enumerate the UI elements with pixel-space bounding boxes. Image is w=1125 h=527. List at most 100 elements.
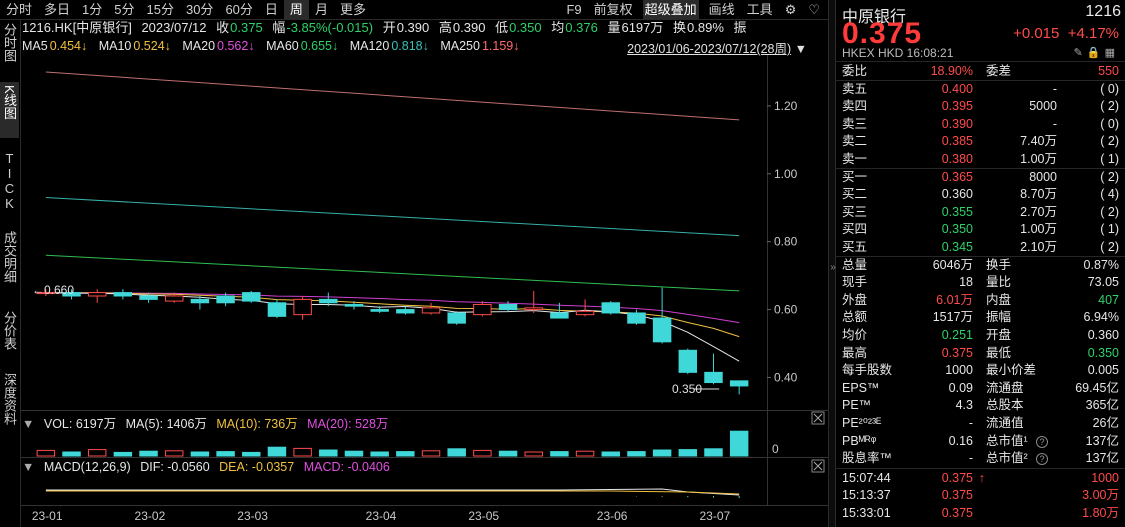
stat-row-11[interactable]: PBᴹᴿᵠ 0.16 总市值¹ 137亿? — [836, 433, 1125, 451]
bid-row-3[interactable]: 买三 0.355 2.70万 ( 2) — [836, 204, 1125, 222]
bid-level-volume: 2.10万 — [1020, 240, 1057, 254]
macd-dea: DEA: -0.0357 — [219, 460, 295, 474]
kline-chart[interactable]: 1.201.000.800.600.40 23-01 23-02 23-03 23-0… — [0, 0, 828, 527]
stat-label: PE™ — [842, 398, 872, 413]
stat-row-2[interactable]: 现手 18 量比 73.05 — [836, 274, 1125, 292]
candle-body[interactable] — [165, 295, 184, 302]
ask-row-4[interactable]: 卖二 0.385 7.40万 ( 2) — [836, 133, 1125, 151]
x-tick-label: 23-02 — [135, 509, 166, 523]
candle-body[interactable] — [242, 292, 261, 302]
x-tick-label: 23-07 — [699, 509, 730, 523]
stat-value: 365亿 — [1085, 398, 1119, 413]
macd-close-button[interactable]: ▼ — [22, 460, 34, 474]
candle-body[interactable] — [498, 303, 518, 311]
ma120-line — [45, 197, 740, 237]
stat-value: 6046万 — [932, 257, 973, 272]
stat-row-12[interactable]: 股息率™ - 总市值² 137亿? — [836, 450, 1125, 468]
stat-label: 外盘 — [842, 292, 868, 307]
stat-row-10[interactable]: PE²⁰²³ᴱ - 流通值 26亿 — [836, 415, 1125, 433]
candle-body[interactable] — [421, 307, 441, 314]
bid-row-5[interactable]: 买五 0.345 2.10万 ( 2) — [836, 239, 1125, 257]
vol-close-button[interactable]: ▼ — [22, 417, 34, 431]
panel-splitter[interactable]: » — [828, 0, 836, 527]
candle-body[interactable] — [87, 292, 107, 297]
candle-body[interactable] — [729, 380, 749, 387]
candle-body[interactable] — [524, 307, 543, 311]
tick-row-2[interactable]: 15:13:37 0.375 3.00万 — [836, 487, 1125, 505]
bid-row-4[interactable]: 买四 0.350 1.00万 ( 1) — [836, 221, 1125, 239]
price-change-value: +0.015 — [1013, 25, 1060, 42]
candle-body[interactable] — [113, 292, 133, 297]
stat-value: 0.16 — [948, 433, 973, 448]
candle-body[interactable] — [627, 312, 646, 324]
candle-body[interactable] — [575, 310, 595, 316]
tick-row-1[interactable]: 15:07:44 0.375 ↑ 1000 — [836, 470, 1125, 488]
volume-bar — [242, 451, 261, 457]
stat-value: 137亿 — [1085, 433, 1119, 448]
stat-row-6[interactable]: 最高 0.375 最低 0.350 — [836, 345, 1125, 363]
candle-body[interactable] — [267, 302, 287, 317]
candle-body[interactable] — [652, 317, 672, 343]
x-tick-label: 23-06 — [597, 509, 628, 523]
lock-icon[interactable]: 🔒 — [1087, 47, 1105, 59]
stat-label: EPS™ — [842, 380, 880, 395]
volume-bar — [652, 449, 672, 457]
ask-level-label: 卖三 — [842, 116, 868, 131]
candle-body[interactable] — [293, 298, 312, 316]
candle-body[interactable] — [447, 312, 466, 324]
stat-value: 0.87% — [1083, 257, 1119, 272]
x-tick-label: 23-05 — [468, 509, 499, 523]
wei-cha-label: 委差 — [986, 64, 1012, 78]
tick-time: 15:07:44 — [842, 470, 891, 485]
wei-bi-label: 委比 — [842, 64, 868, 78]
candle-body[interactable] — [216, 295, 235, 304]
stat-label: 流通盘 — [986, 380, 1024, 395]
candle-body[interactable] — [704, 371, 723, 384]
bid-level-count: ( 4) — [1100, 187, 1119, 202]
grid-icon[interactable]: ▦ — [1105, 47, 1119, 59]
candle-body[interactable] — [344, 303, 364, 307]
volume-bar — [575, 450, 595, 457]
candle-body[interactable] — [139, 295, 158, 300]
stat-label: 均价 — [842, 328, 868, 342]
candle-body[interactable] — [473, 303, 492, 316]
bid-level-volume: 8000 — [1029, 169, 1057, 184]
ask-row-1[interactable]: 卖五 0.400 - ( 0) — [836, 81, 1125, 99]
volume-bar — [62, 451, 81, 457]
help-icon[interactable]: ? — [1036, 453, 1048, 466]
candle-body[interactable] — [370, 309, 389, 312]
tick-row-3[interactable]: 15:33:01 0.375 1.80万 — [836, 505, 1125, 523]
ask-row-5[interactable]: 卖一 0.380 1.00万 ( 1) — [836, 151, 1125, 169]
stat-row-8[interactable]: EPS™ 0.09 流通盘 69.45亿 — [836, 380, 1125, 398]
stat-label: 总额 — [842, 310, 868, 325]
edit-icon[interactable]: ✎ — [1074, 47, 1087, 59]
candle-body[interactable] — [396, 309, 415, 314]
stat-label: 最小价差 — [986, 363, 1037, 378]
ask-level-label: 卖四 — [842, 99, 868, 114]
ask-level-count: ( 0) — [1100, 81, 1119, 96]
bid-row-1[interactable]: 买一 0.365 8000 ( 2) — [836, 169, 1125, 187]
volume-legend: ▼ VOL: 6197万 MA(5): 1406万 MA(10): 736万 M… — [22, 413, 394, 432]
bid-level-price: 0.345 — [941, 240, 973, 254]
stat-row-4[interactable]: 总额 1517万 振幅 6.94% — [836, 309, 1125, 327]
help-icon[interactable]: ? — [1036, 435, 1048, 448]
candle-body[interactable] — [550, 312, 569, 319]
candle-body[interactable] — [319, 298, 338, 304]
stat-row-7[interactable]: 每手股数 1000 最小价差 0.005 — [836, 362, 1125, 380]
quote-panel: 中原银行 1216 0.375 +0.015 +4.17% HKEX HKD 1… — [836, 0, 1125, 527]
bid-level-volume: 8.70万 — [1020, 187, 1057, 202]
stat-row-5[interactable]: 均价 0.251 开盘 0.360 — [836, 327, 1125, 345]
stat-row-1[interactable]: 总量 6046万 换手 0.87% — [836, 257, 1125, 275]
bid-row-2[interactable]: 买二 0.360 8.70万 ( 4) — [836, 186, 1125, 204]
ask-row-3[interactable]: 卖三 0.390 - ( 0) — [836, 116, 1125, 134]
stat-row-9[interactable]: PE™ 4.3 总股本 365亿 — [836, 397, 1125, 415]
stat-value: - — [968, 416, 973, 430]
ask-row-2[interactable]: 卖四 0.395 5000 ( 2) — [836, 98, 1125, 116]
wei-bi-row[interactable]: 委比 18.90% 委差 550 — [836, 63, 1125, 81]
candle-body[interactable] — [190, 298, 210, 304]
ask-level-count: ( 0) — [1100, 116, 1119, 131]
stat-row-3[interactable]: 外盘 6.01万 内盘 407 — [836, 292, 1125, 310]
bid-level-count: ( 2) — [1100, 240, 1119, 254]
candle-body[interactable] — [601, 302, 620, 314]
candle-body[interactable] — [678, 349, 698, 373]
